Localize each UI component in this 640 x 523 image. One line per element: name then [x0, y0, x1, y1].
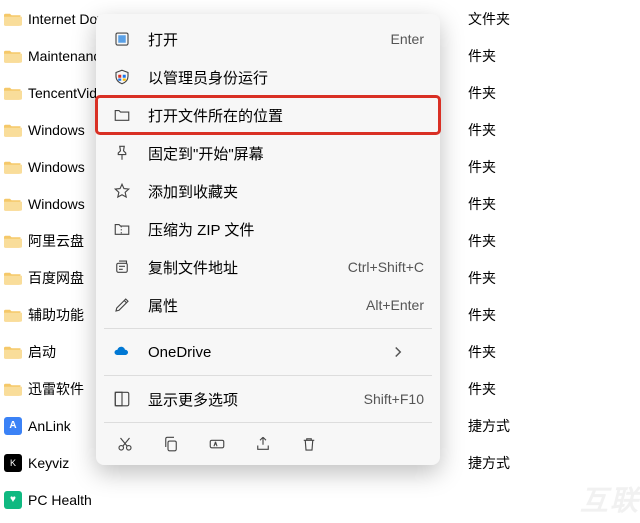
ctx-item[interactable]: 属性Alt+Enter	[96, 286, 440, 324]
file-type: 件夹	[468, 231, 496, 251]
ctx-item[interactable]: 压缩为 ZIP 文件	[96, 210, 440, 248]
file-type: 件夹	[468, 157, 496, 177]
share-icon[interactable]	[254, 435, 272, 453]
file-name: PC Health	[28, 492, 308, 508]
folder-icon	[4, 49, 22, 63]
folder-icon	[4, 234, 22, 248]
file-type: 件夹	[468, 342, 496, 362]
delete-icon[interactable]	[300, 435, 318, 453]
rename-icon[interactable]	[208, 435, 226, 453]
zip-icon	[112, 219, 132, 239]
file-type: 件夹	[468, 46, 496, 66]
ctx-onedrive[interactable]: OneDrive	[96, 333, 440, 371]
admin-icon	[112, 67, 132, 87]
file-type: 捷方式	[468, 416, 510, 436]
ctx-label: 添加到收藏夹	[148, 181, 424, 202]
ctx-item[interactable]: 打开文件所在的位置	[96, 96, 440, 134]
folder-icon	[4, 160, 22, 174]
ctx-label: 复制文件地址	[148, 257, 348, 278]
ctx-item[interactable]: 添加到收藏夹	[96, 172, 440, 210]
file-type: 捷方式	[468, 453, 510, 473]
ctx-label: 打开	[148, 29, 391, 50]
ctx-more-options-label: 显示更多选项	[148, 389, 364, 410]
ctx-accel: Alt+Enter	[366, 297, 424, 313]
ctx-label: 打开文件所在的位置	[148, 105, 424, 126]
app-icon: K	[4, 454, 22, 472]
folder-icon	[4, 12, 22, 26]
ctx-accel: Enter	[391, 31, 424, 47]
file-row[interactable]: ♥ PC Health	[0, 481, 640, 518]
open-icon	[112, 29, 132, 49]
context-menu-items: 打开Enter 以管理员身份运行打开文件所在的位置固定到"开始"屏幕添加到收藏夹压…	[96, 20, 440, 324]
file-type: 件夹	[468, 194, 496, 214]
separator	[104, 422, 432, 423]
file-type: 文件夹	[468, 9, 510, 29]
ctx-item[interactable]: 复制文件地址Ctrl+Shift+C	[96, 248, 440, 286]
copy-path-icon	[112, 257, 132, 277]
star-icon	[112, 181, 132, 201]
folder-icon	[4, 382, 22, 396]
onedrive-icon	[112, 342, 132, 362]
separator	[104, 375, 432, 376]
file-type: 件夹	[468, 120, 496, 140]
ctx-label: 压缩为 ZIP 文件	[148, 219, 424, 240]
folder-icon	[4, 123, 22, 137]
separator	[104, 328, 432, 329]
ctx-item[interactable]: 以管理员身份运行	[96, 58, 440, 96]
file-type: 件夹	[468, 268, 496, 288]
ctx-item[interactable]: 打开Enter	[96, 20, 440, 58]
ctx-footer	[96, 427, 440, 459]
app-icon: A	[4, 417, 22, 435]
ctx-item[interactable]: 固定到"开始"屏幕	[96, 134, 440, 172]
properties-icon	[112, 295, 132, 315]
folder-icon	[4, 308, 22, 322]
file-type: 件夹	[468, 83, 496, 103]
app-icon: ♥	[4, 491, 22, 509]
ctx-accel: Ctrl+Shift+C	[348, 259, 424, 275]
file-type: 件夹	[468, 379, 496, 399]
ctx-label: 以管理员身份运行	[148, 67, 424, 88]
folder-open-icon	[112, 105, 132, 125]
ctx-more-options[interactable]: 显示更多选项 Shift+F10	[96, 380, 440, 418]
folder-icon	[4, 345, 22, 359]
ctx-more-options-accel: Shift+F10	[364, 391, 424, 407]
cut-icon[interactable]	[116, 435, 134, 453]
folder-icon	[4, 271, 22, 285]
pin-icon	[112, 143, 132, 163]
more-options-icon	[112, 389, 132, 409]
chevron-right-icon	[388, 342, 408, 362]
context-menu: 打开Enter 以管理员身份运行打开文件所在的位置固定到"开始"屏幕添加到收藏夹压…	[96, 14, 440, 465]
file-type: 件夹	[468, 305, 496, 325]
copy-icon[interactable]	[162, 435, 180, 453]
folder-icon	[4, 197, 22, 211]
ctx-label: 属性	[148, 295, 366, 316]
ctx-label: 固定到"开始"屏幕	[148, 143, 424, 164]
folder-icon	[4, 86, 22, 100]
ctx-onedrive-label: OneDrive	[148, 344, 388, 361]
